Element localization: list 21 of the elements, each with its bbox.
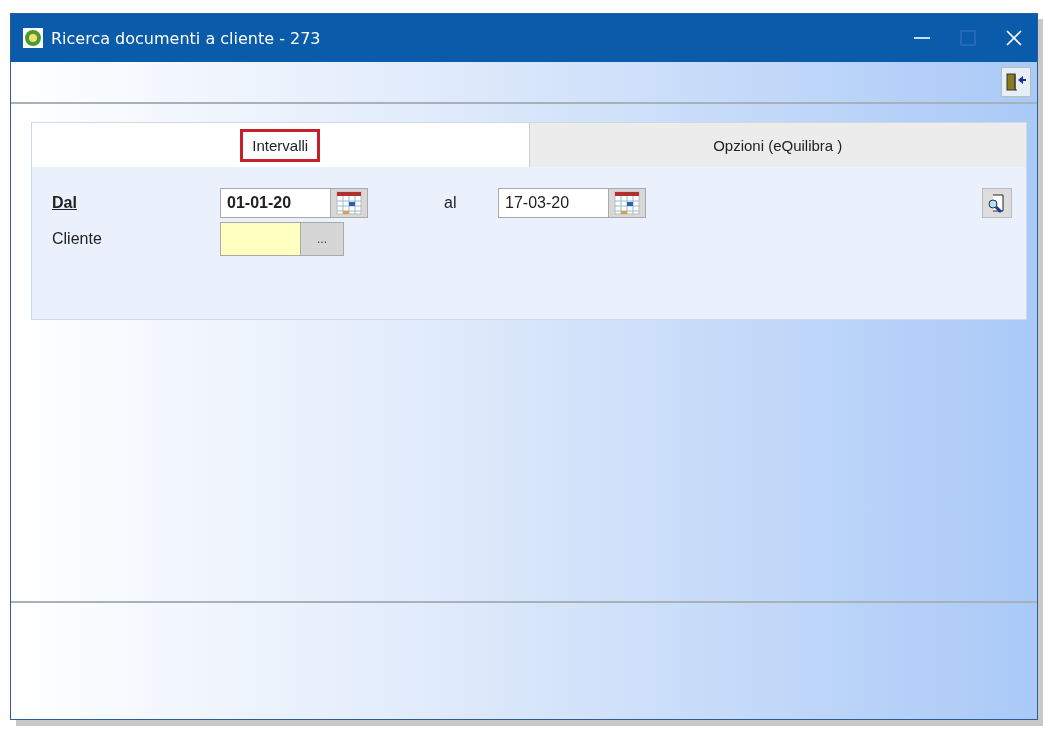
calendar-button[interactable] <box>608 188 646 218</box>
from-label: Dal <box>52 194 77 212</box>
preview-button[interactable] <box>982 188 1012 218</box>
to-label: al <box>444 194 457 212</box>
window-title: Ricerca documenti a cliente - 273 <box>51 28 322 48</box>
app-logo-icon <box>23 28 43 48</box>
client-field[interactable] <box>220 222 300 256</box>
tab[interactable]: Opzioni (eQuilibra ) <box>528 123 1026 167</box>
door-exit-icon <box>1005 72 1027 92</box>
to-date-field[interactable]: 17-03-20 <box>498 188 608 218</box>
close-icon <box>1006 30 1022 46</box>
calendar-button[interactable] <box>330 188 368 218</box>
calendar-icon <box>614 191 640 215</box>
exit-button[interactable] <box>1001 67 1031 97</box>
calendar-icon <box>336 191 362 215</box>
from-date-field[interactable]: 01-01-20 <box>220 188 330 218</box>
maximize-icon <box>960 30 976 46</box>
tab[interactable]: Intervalli <box>32 123 529 167</box>
browse-button[interactable]: ... <box>300 222 344 256</box>
client-label: Cliente <box>52 230 102 248</box>
minimize-icon <box>914 37 930 39</box>
